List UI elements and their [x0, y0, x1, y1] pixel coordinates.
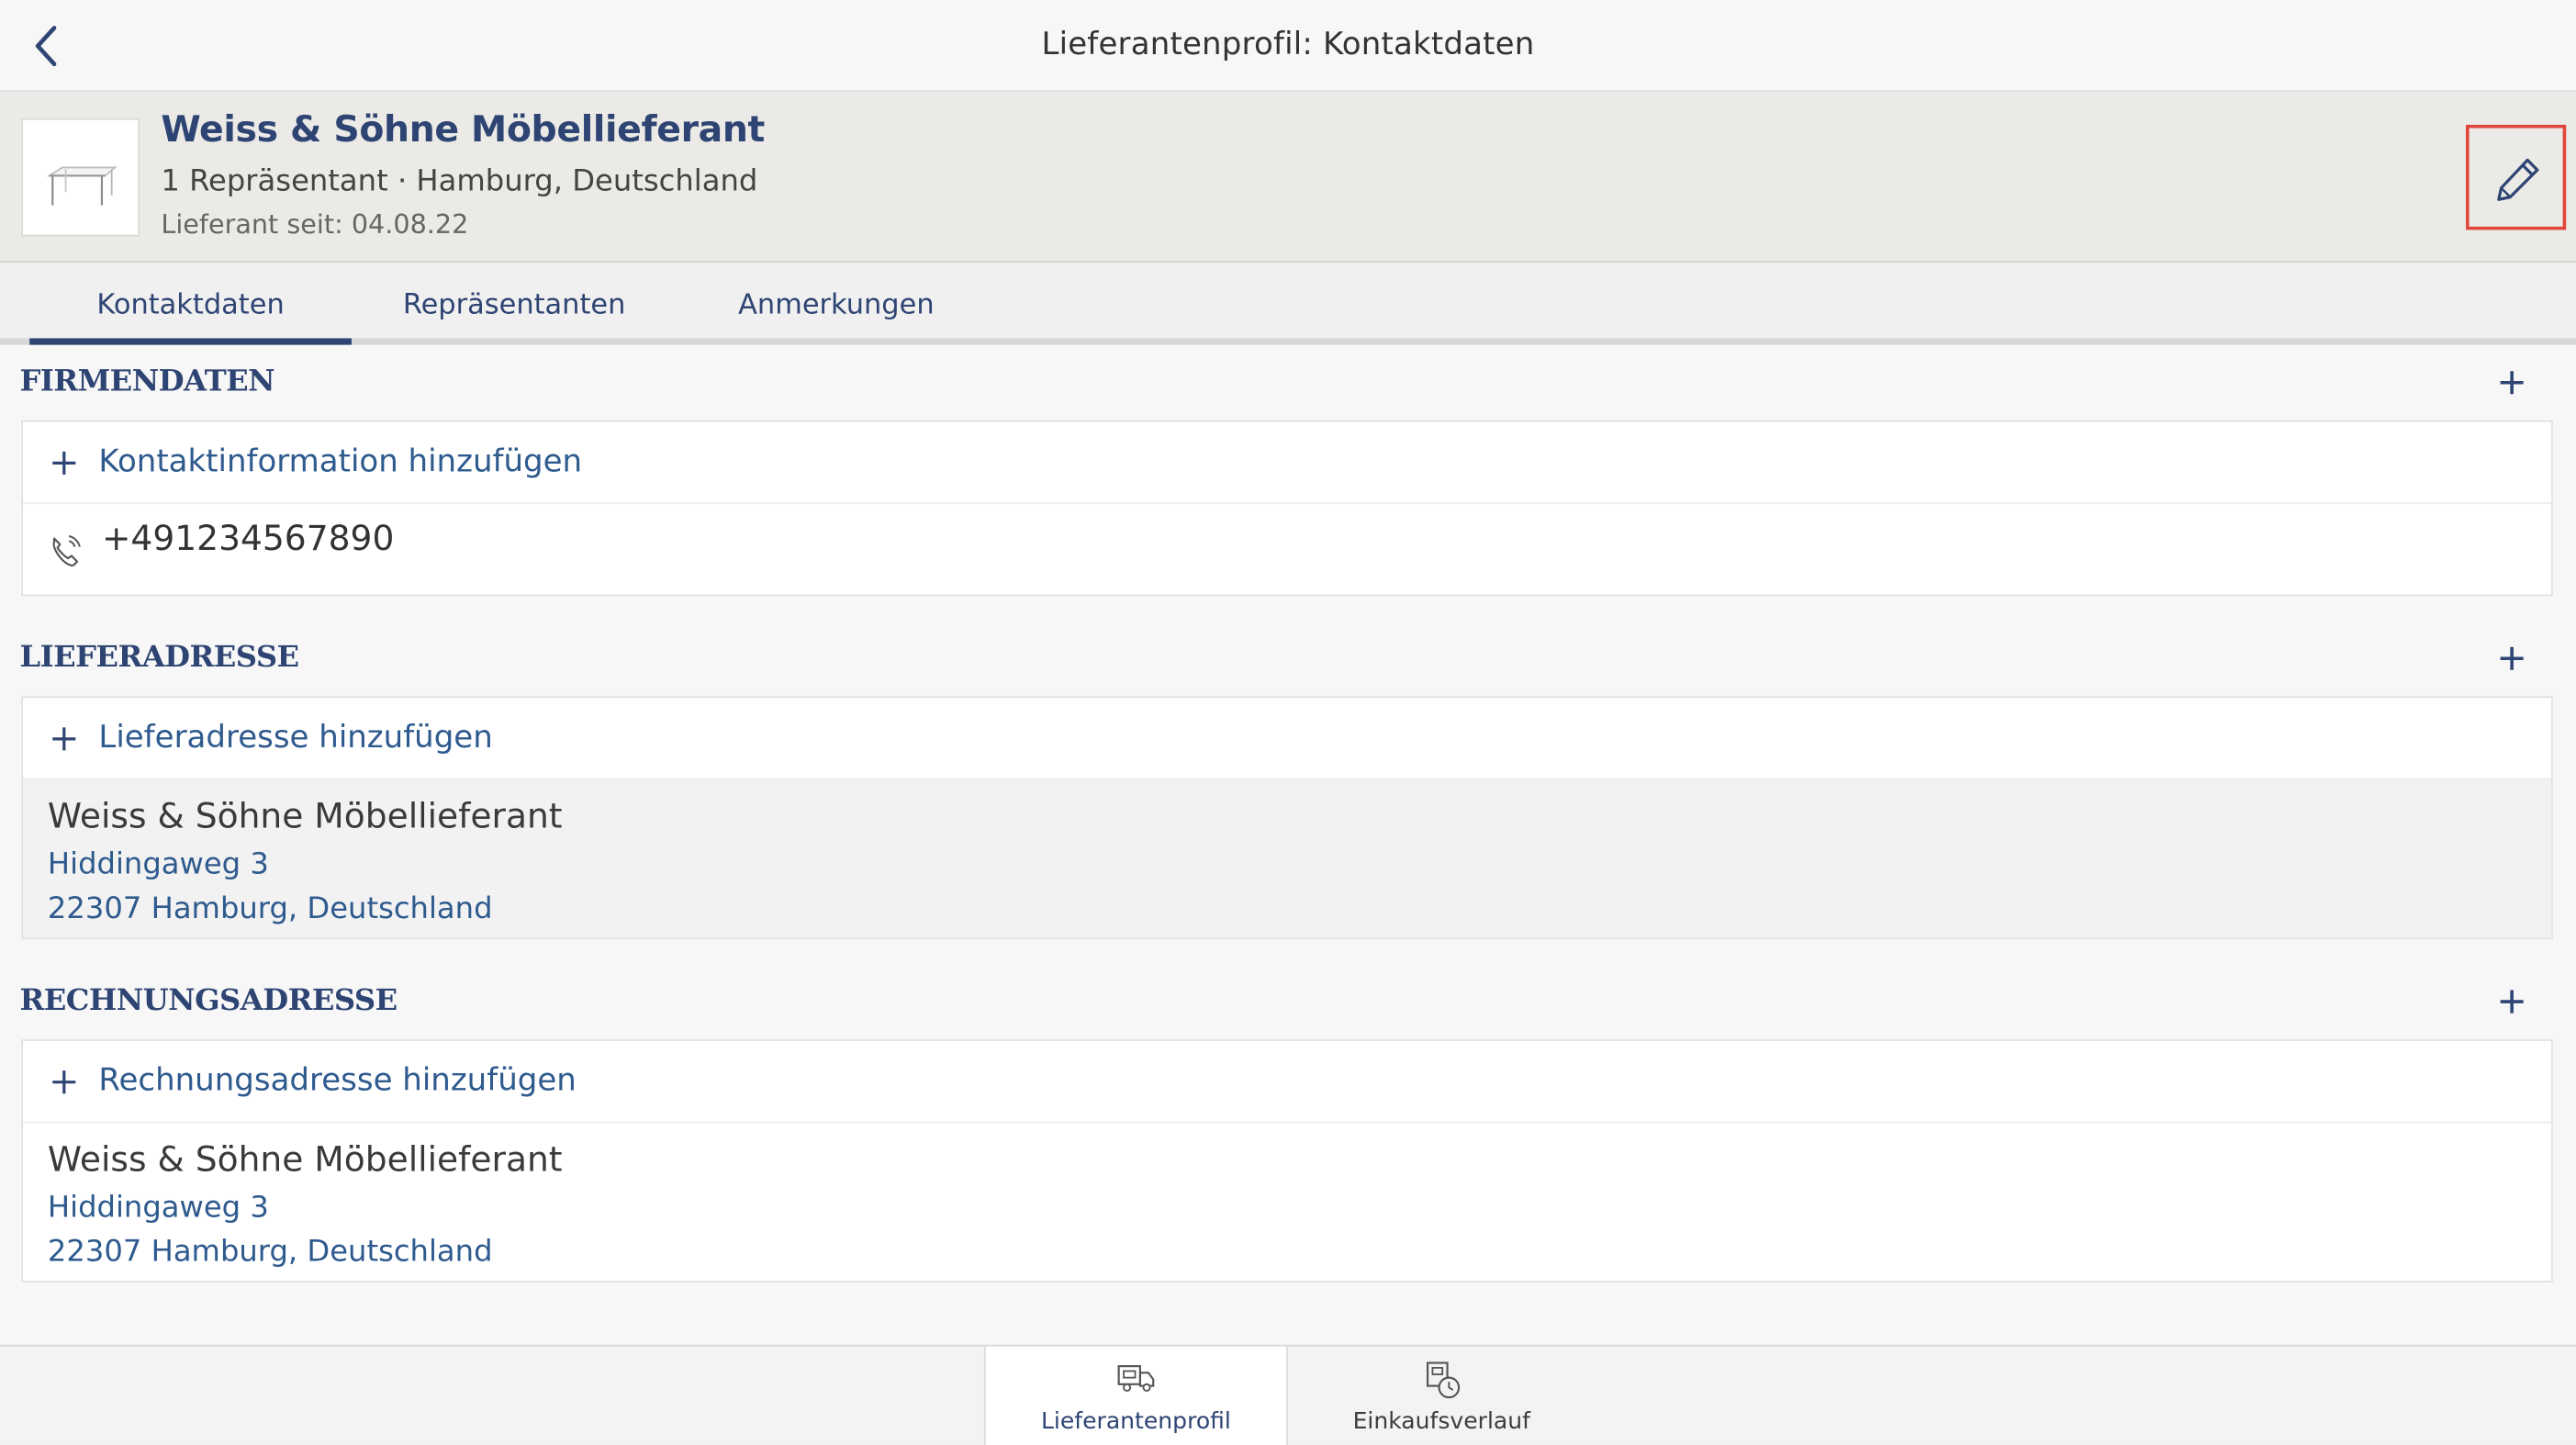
section-title-firmendaten: FIRMENDATEN	[19, 364, 275, 399]
add-contact-info-label: Kontaktinformation hinzufügen	[98, 442, 583, 480]
tab-bar: Kontaktdaten Repräsentanten Anmerkungen	[0, 263, 2576, 345]
add-billing-address-label: Rechnungsadresse hinzufügen	[98, 1062, 577, 1099]
add-billing-address-button[interactable]: Rechnungsadresse hinzufügen	[23, 1041, 2552, 1124]
navigation-bar: Lieferantenprofil: Kontaktdaten	[0, 0, 2576, 93]
firmendaten-card: Kontaktinformation hinzufügen +491234567…	[21, 420, 2553, 597]
billing-address-city: 22307 Hamburg, Deutschland	[47, 1235, 493, 1270]
tab-anmerkungen[interactable]: Anmerkungen	[677, 263, 995, 338]
table-furniture-icon	[46, 166, 118, 206]
delivery-address-street: Hiddingaweg 3	[47, 846, 269, 882]
billing-address-street: Hiddingaweg 3	[47, 1190, 269, 1226]
billing-address-item[interactable]: Weiss & Söhne Möbellieferant Hiddingaweg…	[23, 1123, 2551, 1281]
app-screen: Lieferantenprofil: Kontaktdaten Weiss & …	[0, 0, 2576, 1445]
tab-repraesentanten[interactable]: Repräsentanten	[352, 263, 677, 338]
delivery-address-city: 22307 Hamburg, Deutschland	[47, 891, 493, 926]
pencil-icon	[2497, 158, 2539, 201]
purchase-history-icon	[1426, 1361, 1460, 1399]
delivery-address-name: Weiss & Söhne Möbellieferant	[47, 796, 563, 836]
phone-row[interactable]: +491234567890	[23, 504, 2551, 594]
add-contact-info-button[interactable]: Kontaktinformation hinzufügen	[23, 422, 2552, 505]
supplier-name: Weiss & Söhne Möbellieferant	[161, 109, 766, 151]
tab-kontaktdaten[interactable]: Kontaktdaten	[29, 263, 352, 345]
supplier-header: Weiss & Söhne Möbellieferant 1 Repräsent…	[0, 92, 2576, 263]
add-firmendaten-plus-icon[interactable]	[2492, 363, 2532, 402]
supplier-subtitle: 1 Repräsentant · Hamburg, Deutschland	[161, 163, 758, 199]
add-delivery-address-label: Lieferadresse hinzufügen	[98, 719, 493, 756]
bottom-tab-lieferantenprofil-label: Lieferantenprofil	[1040, 1408, 1231, 1436]
bottom-tab-lieferantenprofil[interactable]: Lieferantenprofil	[983, 1346, 1288, 1445]
supplier-since: Lieferant seit: 04.08.22	[161, 208, 469, 241]
bottom-tab-einkaufsverlauf[interactable]: Einkaufsverlauf	[1290, 1347, 1594, 1445]
plus-icon	[52, 451, 76, 475]
bottom-tab-einkaufsverlauf-label: Einkaufsverlauf	[1352, 1408, 1530, 1436]
add-rechnungsadresse-plus-icon[interactable]	[2492, 982, 2532, 1022]
supplier-truck-icon	[1116, 1365, 1154, 1392]
delivery-address-item[interactable]: Weiss & Söhne Möbellieferant Hiddingaweg…	[23, 779, 2552, 938]
add-lieferadresse-plus-icon[interactable]	[2492, 639, 2532, 678]
bottom-tab-bar: Lieferantenprofil Einkaufsverlauf	[0, 1344, 2576, 1445]
plus-icon	[52, 1070, 76, 1094]
phone-number: +491234567890	[101, 519, 395, 559]
rechnungsadresse-card: Rechnungsadresse hinzufügen Weiss & Söhn…	[21, 1039, 2553, 1283]
page-title: Lieferantenprofil: Kontaktdaten	[1041, 26, 1535, 62]
edit-button[interactable]	[2466, 124, 2567, 230]
supplier-thumbnail	[21, 118, 140, 237]
plus-icon	[52, 727, 76, 751]
add-delivery-address-button[interactable]: Lieferadresse hinzufügen	[23, 698, 2552, 780]
phone-icon	[52, 535, 81, 567]
section-title-lieferadresse: LIEFERADRESSE	[19, 640, 299, 676]
lieferadresse-card: Lieferadresse hinzufügen Weiss & Söhne M…	[21, 696, 2553, 940]
billing-address-name: Weiss & Söhne Möbellieferant	[47, 1139, 563, 1180]
section-title-rechnungsadresse: RECHNUNGSADRESSE	[19, 983, 398, 1018]
